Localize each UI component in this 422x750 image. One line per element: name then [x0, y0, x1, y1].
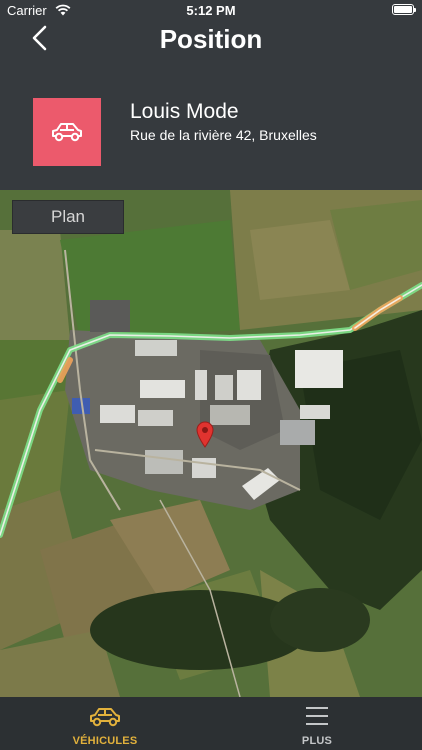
tab-more-label: PLUS — [301, 735, 333, 747]
battery-icon — [392, 4, 416, 15]
tab-vehicles-label: VÉHICULES — [72, 735, 138, 747]
tab-bar: VÉHICULES PLUS — [0, 697, 422, 750]
status-time: 5:12 PM — [186, 3, 236, 18]
car-icon — [90, 708, 120, 727]
navigation-bar: Position — [0, 20, 422, 60]
map-pin-icon[interactable] — [195, 420, 215, 448]
tab-more[interactable]: PLUS — [247, 697, 387, 750]
vehicle-card: Louis Mode Rue de la rivière 42, Bruxell… — [33, 98, 422, 168]
tab-vehicles[interactable]: VÉHICULES — [35, 697, 175, 750]
vehicle-avatar — [33, 98, 101, 166]
map-type-button[interactable]: Plan — [12, 200, 124, 234]
map-view[interactable]: Plan — [0, 190, 422, 697]
vehicle-address: Rue de la rivière 42, Bruxelles — [130, 127, 317, 143]
page-title: Position — [159, 24, 263, 54]
vehicle-name: Louis Mode — [130, 100, 239, 123]
car-icon — [52, 123, 82, 142]
status-bar: Carrier 5:12 PM — [0, 0, 422, 20]
menu-icon — [306, 707, 328, 725]
